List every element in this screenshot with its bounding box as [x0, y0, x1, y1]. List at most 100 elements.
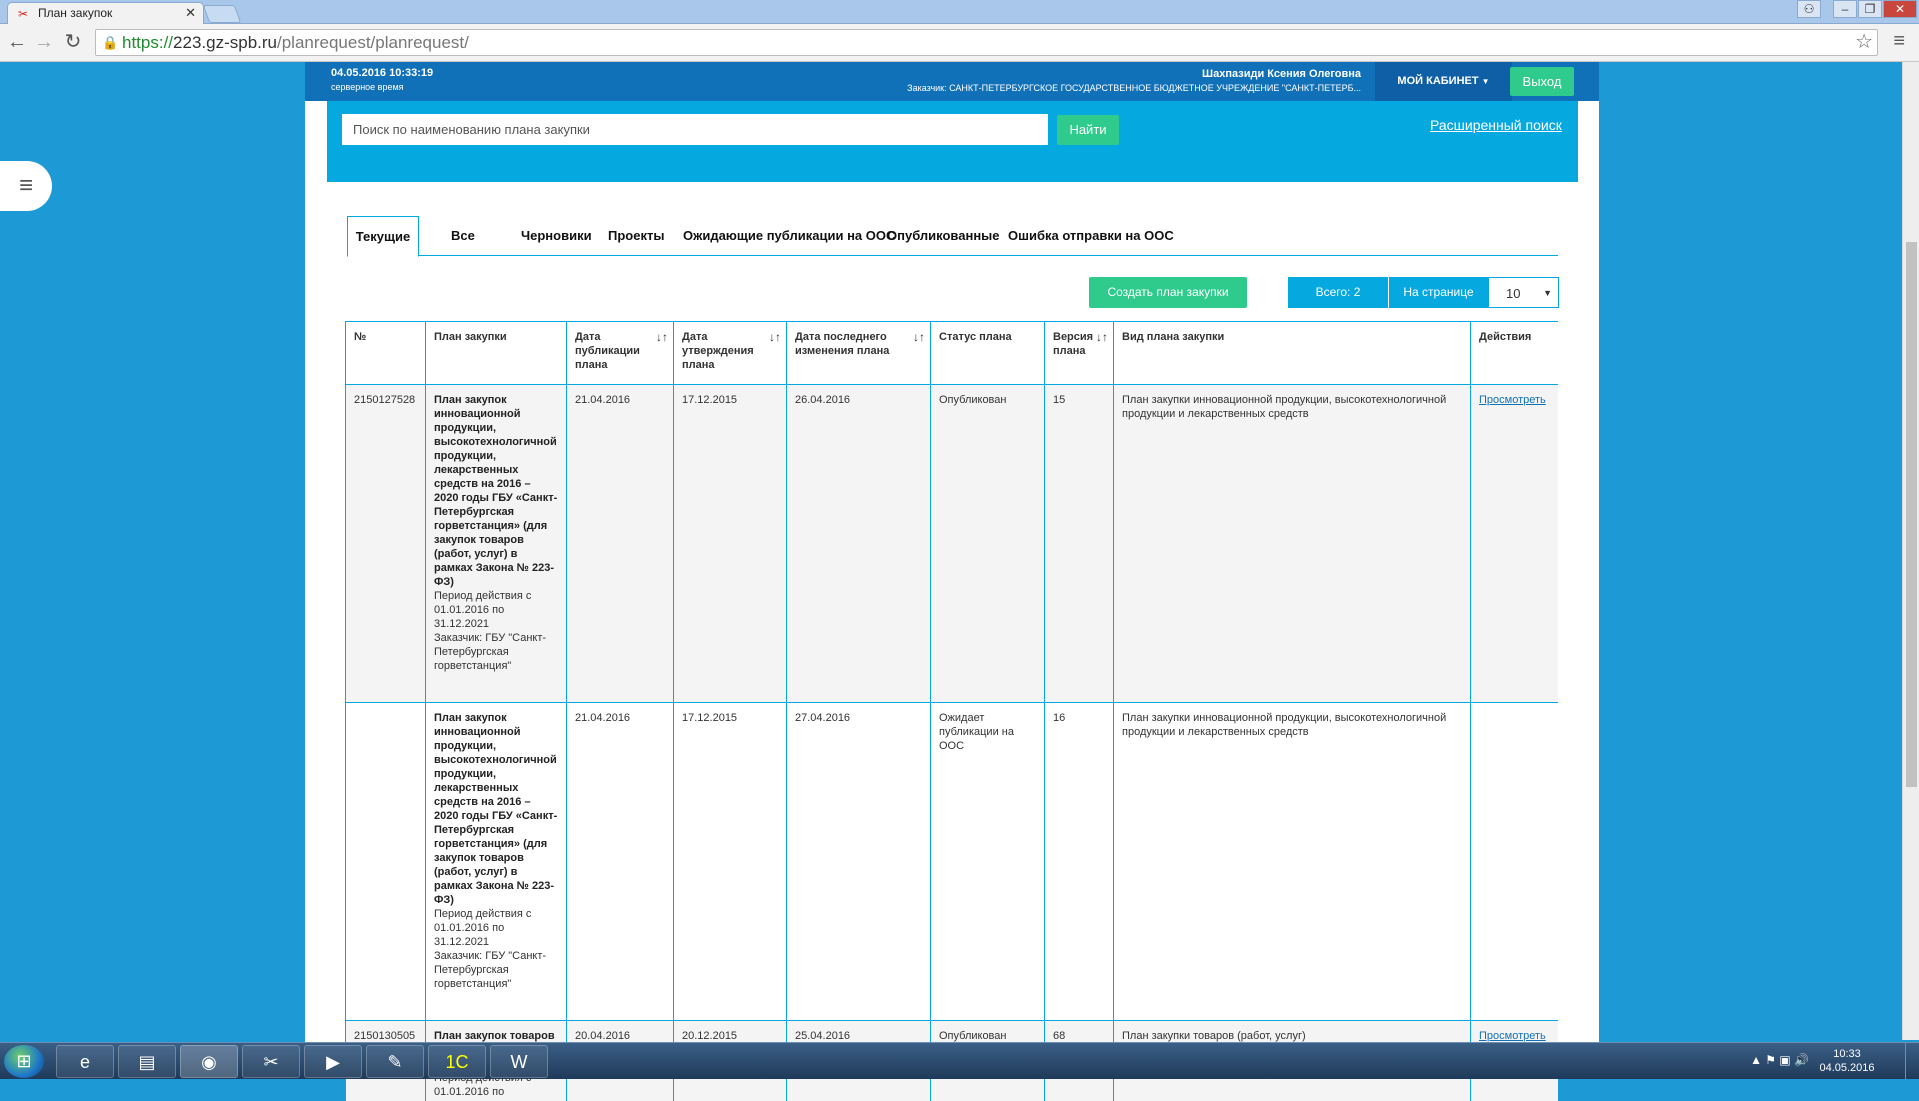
col-header-kind: Вид плана закупки: [1114, 322, 1471, 385]
cell-approve-date: 17.12.2015: [674, 385, 787, 703]
cell-plan: План закупок инновационной продукции, вы…: [426, 385, 567, 703]
hamburger-icon: ≡: [19, 172, 33, 199]
site-favicon-icon: ✂: [18, 7, 32, 21]
col-header-change-date[interactable]: Дата последнего изменения плана ↓↑: [787, 322, 931, 385]
bookmark-star-icon[interactable]: ☆: [1855, 29, 1873, 54]
view-link[interactable]: Просмотреть: [1479, 394, 1546, 406]
col-header-approve-date[interactable]: Дата утверждения плана ↓↑: [674, 322, 787, 385]
cell-actions: Просмотреть: [1471, 385, 1559, 703]
chrome-icon[interactable]: ◉: [180, 1045, 238, 1078]
folder-icon[interactable]: ▤: [118, 1045, 176, 1078]
user-icon[interactable]: ⚇: [1797, 0, 1821, 18]
cell-kind: План закупки инновационной продукции, вы…: [1114, 385, 1471, 703]
os-taskbar: ⊞ e ▤ ◉ ✂ ▶ ✎ 1С W ▲ ⚑ ▣ 🔊 10:33 04.05.2…: [0, 1042, 1919, 1079]
cell-status: Опубликован: [931, 385, 1045, 703]
my-cabinet-label: МОЙ КАБИНЕТ: [1397, 75, 1478, 87]
create-plan-button[interactable]: Создать план закупки: [1089, 277, 1247, 308]
advanced-search-link[interactable]: Расширенный поиск: [1430, 117, 1562, 133]
cell-version: 15: [1045, 385, 1114, 703]
media-player-icon[interactable]: ▶: [304, 1045, 362, 1078]
server-time-label: серверное время: [331, 82, 404, 92]
taskbar-clock[interactable]: 10:33 04.05.2016: [1817, 1047, 1877, 1075]
col-header-label: План закупки: [434, 331, 507, 343]
cell-kind: План закупки инновационной продукции, вы…: [1114, 703, 1471, 1021]
scrollbar-thumb[interactable]: [1906, 242, 1917, 787]
side-menu-button[interactable]: ≡: [0, 161, 52, 211]
table-header-row: № План закупки Дата публикации плана ↓↑ Д…: [346, 322, 1559, 385]
forward-arrow-icon[interactable]: →: [33, 31, 55, 53]
close-window-icon[interactable]: ✕: [1883, 0, 1917, 18]
tab-awaiting-publication[interactable]: Ожидающие публикации на ООС: [683, 216, 895, 256]
plan-customer: Заказчик: ГБУ "Санкт-Петербургская горве…: [434, 949, 558, 991]
plans-table: № План закупки Дата публикации плана ↓↑ Д…: [345, 321, 1558, 1101]
browser-menu-icon[interactable]: ≡: [1893, 30, 1905, 53]
cell-number: [346, 703, 426, 1021]
tab-all[interactable]: Все: [451, 216, 475, 256]
cell-approve-date: 17.12.2015: [674, 703, 787, 1021]
col-header-label: Статус плана: [939, 331, 1012, 343]
clock-date: 04.05.2016: [1817, 1061, 1877, 1075]
col-header-label: Дата утверждения плана: [682, 330, 752, 372]
search-input[interactable]: Поиск по наименованию плана закупки: [342, 114, 1048, 145]
per-page-select[interactable]: 10▼: [1488, 277, 1559, 308]
lock-icon: 🔒: [102, 30, 118, 55]
col-header-label: Дата публикации плана: [575, 330, 645, 372]
url-field[interactable]: 🔒 https://223.gz-spb.ru/planrequest/plan…: [95, 29, 1878, 56]
plan-period: Период действия с 01.01.2016 по 31.12.20…: [434, 589, 558, 631]
scissors-app-icon[interactable]: ✂: [242, 1045, 300, 1078]
sort-icon[interactable]: ↓↑: [913, 330, 925, 344]
search-button[interactable]: Найти: [1057, 115, 1119, 145]
minimize-icon[interactable]: –: [1833, 0, 1857, 18]
new-tab-button[interactable]: [203, 5, 242, 23]
tab-send-error[interactable]: Ошибка отправки на ООС: [1008, 216, 1174, 256]
my-cabinet-dropdown[interactable]: МОЙ КАБИНЕТ ▼: [1375, 62, 1512, 101]
url-path: /planrequest/planrequest/: [277, 33, 469, 52]
cell-change-date: 27.04.2016: [787, 703, 931, 1021]
site-header: 04.05.2016 10:33:19 серверное время Шахп…: [305, 62, 1599, 101]
sort-icon[interactable]: ↓↑: [1096, 330, 1108, 344]
system-tray[interactable]: ▲ ⚑ ▣ 🔊: [1750, 1053, 1809, 1067]
start-button[interactable]: ⊞: [4, 1045, 44, 1078]
col-header-label: Версия плана: [1053, 330, 1093, 358]
view-link[interactable]: Просмотреть: [1479, 1030, 1546, 1042]
sort-icon[interactable]: ↓↑: [656, 330, 668, 344]
archive-app-icon[interactable]: ✎: [366, 1045, 424, 1078]
close-tab-icon[interactable]: ✕: [185, 3, 196, 23]
plan-title: План закупок инновационной продукции, вы…: [434, 711, 558, 907]
restore-icon[interactable]: ❐: [1858, 0, 1882, 18]
col-header-version[interactable]: Версия плана↓↑: [1045, 322, 1114, 385]
show-desktop-button[interactable]: [1905, 1043, 1919, 1080]
table-row: 2150127528 План закупок инновационной пр…: [346, 385, 1559, 703]
page-content: 04.05.2016 10:33:19 серверное время Шахп…: [305, 62, 1599, 1042]
col-header-label: Действия: [1479, 331, 1531, 343]
page-scrollbar[interactable]: [1902, 62, 1919, 1040]
logout-button[interactable]: Выход: [1510, 67, 1574, 96]
word-icon[interactable]: W: [490, 1045, 548, 1078]
1c-app-icon[interactable]: 1С: [428, 1045, 486, 1078]
tab-drafts[interactable]: Черновики: [521, 216, 592, 256]
col-header-label: Дата последнего изменения плана: [795, 330, 895, 358]
tab-projects[interactable]: Проекты: [608, 216, 664, 256]
browser-tab[interactable]: ✂ План закупок ✕: [7, 2, 204, 24]
server-datetime: 04.05.2016 10:33:19: [331, 67, 433, 79]
browser-tab-bar: ✂ План закупок ✕ ⚇ – ❐ ✕: [0, 0, 1919, 24]
tab-current[interactable]: Текущие: [347, 216, 419, 257]
ie-icon[interactable]: e: [56, 1045, 114, 1078]
back-arrow-icon[interactable]: ←: [6, 31, 28, 53]
col-header-number: №: [346, 322, 426, 385]
cell-pub-date: 21.04.2016: [567, 703, 674, 1021]
caret-down-icon: ▼: [1482, 77, 1490, 86]
col-header-pub-date[interactable]: Дата публикации плана ↓↑: [567, 322, 674, 385]
tab-published[interactable]: Опубликованные: [887, 216, 1000, 256]
browser-tab-title: План закупок: [38, 6, 112, 20]
search-panel: Поиск по наименованию плана закупки Найт…: [327, 101, 1578, 182]
col-header-label: №: [354, 331, 366, 343]
cell-number: 2150127528: [346, 385, 426, 703]
url-scheme: https://: [122, 33, 173, 52]
plan-period: Период действия с 01.01.2016 по 31.12.20…: [434, 907, 558, 949]
cell-change-date: 26.04.2016: [787, 385, 931, 703]
sort-icon[interactable]: ↓↑: [769, 330, 781, 344]
address-toolbar: ← → ↻ 🔒 https://223.gz-spb.ru/planreques…: [0, 24, 1919, 62]
reload-icon[interactable]: ↻: [62, 31, 84, 53]
total-count: Всего: 2: [1288, 277, 1388, 308]
